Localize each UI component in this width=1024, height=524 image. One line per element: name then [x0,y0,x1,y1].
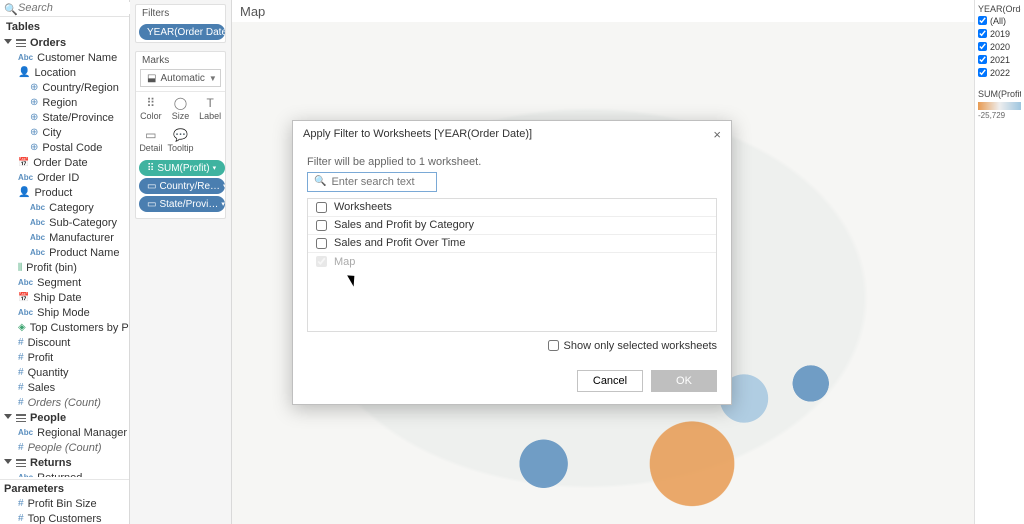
dialog-title: Apply Filter to Worksheets [YEAR(Order D… [303,128,532,140]
dialog-search-input[interactable] [331,176,430,188]
cancel-button[interactable]: Cancel [577,370,643,392]
worksheet-list: Worksheets Sales and Profit by CategoryS… [307,198,717,332]
ok-button[interactable]: OK [651,370,717,392]
dialog-search: 🔍 [307,172,437,192]
worksheet-row[interactable]: Sales and Profit by Category [308,217,716,235]
apply-filter-dialog: Apply Filter to Worksheets [YEAR(Order D… [292,120,732,405]
worksheet-checkbox[interactable] [316,220,327,231]
worksheet-row[interactable]: Sales and Profit Over Time [308,235,716,253]
worksheets-header-label: Worksheets [334,201,392,213]
worksheet-header-row[interactable]: Worksheets [308,199,716,217]
cursor-icon [350,273,362,289]
dialog-footer: Cancel OK [293,362,731,404]
show-only-checkbox[interactable] [548,340,559,351]
dialog-hint: Filter will be applied to 1 worksheet. [307,156,717,168]
worksheet-checkbox [316,256,327,267]
dialog-header: Apply Filter to Worksheets [YEAR(Order D… [293,121,731,148]
worksheet-checkbox[interactable] [316,238,327,249]
select-all-checkbox[interactable] [316,202,327,213]
search-icon: 🔍 [314,176,326,187]
show-only-row: Show only selected worksheets [307,340,717,352]
modal-overlay: Apply Filter to Worksheets [YEAR(Order D… [0,0,1024,524]
show-only-label: Show only selected worksheets [564,340,717,352]
worksheet-row: Map [308,253,716,271]
close-icon[interactable]: × [713,127,721,142]
